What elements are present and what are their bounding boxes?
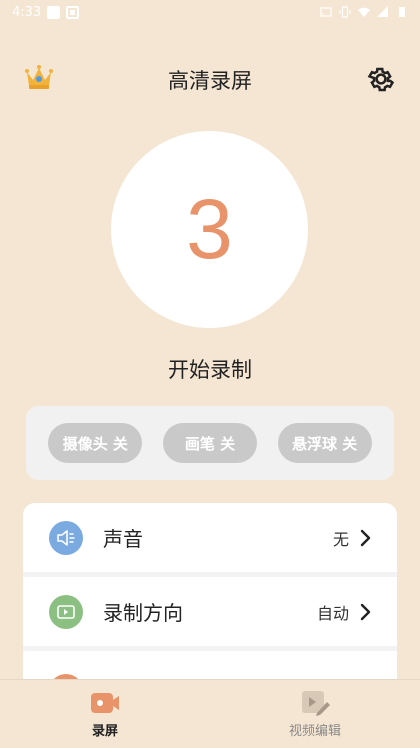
bottom-nav: 录屏 视频编辑 xyxy=(0,679,420,748)
setting-row-orientation[interactable]: 录制方向 自动 xyxy=(23,577,397,651)
header: 高清录屏 xyxy=(0,56,420,104)
start-recording-label[interactable]: 开始录制 xyxy=(0,354,420,384)
setting-label: 录制方向 xyxy=(103,601,183,625)
notification-icon xyxy=(47,5,61,19)
page-title: 高清录屏 xyxy=(168,69,252,93)
setting-row-sound[interactable]: 声音 无 xyxy=(23,503,397,577)
nav-item-video-edit[interactable]: 视频编辑 xyxy=(210,680,420,748)
nav-item-record[interactable]: 录屏 xyxy=(0,680,210,748)
nav-label: 录屏 xyxy=(91,724,118,739)
brush-toggle[interactable]: 画笔 关 xyxy=(162,423,257,463)
setting-label: 声音 xyxy=(103,527,143,551)
gear-icon[interactable] xyxy=(366,64,396,94)
floating-ball-toggle[interactable]: 悬浮球 关 xyxy=(277,423,372,463)
status-bar: 4:33 xyxy=(0,0,420,24)
chevron-right-icon xyxy=(360,603,371,620)
nav-label: 视频编辑 xyxy=(288,724,341,739)
chevron-right-icon xyxy=(360,529,371,546)
wifi-icon xyxy=(358,7,370,17)
countdown-number: 3 xyxy=(186,182,233,276)
signal-icon xyxy=(377,6,388,17)
countdown-circle[interactable]: 3 xyxy=(111,131,308,328)
video-camera-icon xyxy=(49,594,83,629)
settings-card: 声音 无 录制方向 自动 xyxy=(23,503,397,693)
video-edit-icon xyxy=(302,691,330,716)
status-time: 4:33 xyxy=(12,4,42,20)
vibrate-icon xyxy=(339,6,351,18)
cast-icon xyxy=(320,7,332,17)
setting-value: 自动 xyxy=(316,603,349,623)
speaker-icon xyxy=(49,520,83,555)
setting-value: 无 xyxy=(332,529,349,549)
crown-icon[interactable] xyxy=(24,64,54,92)
toggle-panel: 摄像头 关 画笔 关 悬浮球 关 xyxy=(26,406,394,480)
notification-icon xyxy=(66,5,80,19)
record-video-icon xyxy=(91,693,119,713)
battery-icon xyxy=(399,7,405,17)
camera-toggle[interactable]: 摄像头 关 xyxy=(48,423,143,463)
